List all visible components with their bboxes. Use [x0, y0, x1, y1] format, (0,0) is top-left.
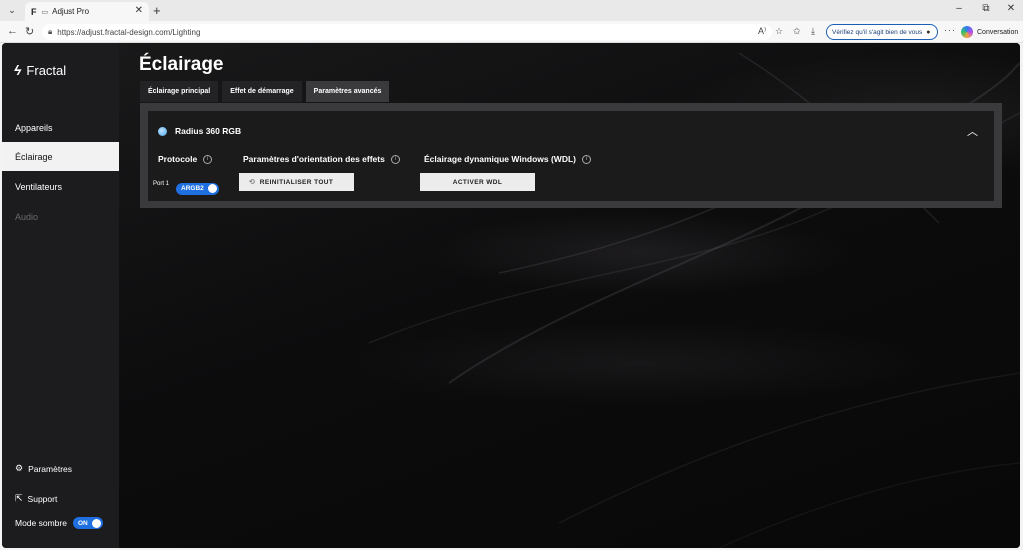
verify-text: Vérifiez qu'il s'agit bien de vous [832, 28, 923, 36]
wdl-button-label: ACTIVER WDL [452, 178, 503, 186]
info-icon[interactable]: i [390, 154, 400, 164]
page-title: Éclairage [139, 54, 224, 75]
sidebar-item-eclairage[interactable]: Éclairage [2, 142, 119, 171]
info-icon[interactable]: i [203, 154, 213, 164]
minimize-button[interactable]: – [945, 3, 973, 14]
conversation-label: Conversation [977, 28, 1019, 36]
port-protocol-toggle[interactable]: ARGB2 [176, 177, 219, 195]
main-content: Éclairage Éclairage principal Effet de d… [119, 43, 1020, 548]
restore-button[interactable]: ⧉ [972, 3, 1000, 14]
gear-icon: ⚙ [15, 463, 24, 473]
port-protocol-value: ARGB2 [181, 185, 204, 192]
sidebar-item-ventilateurs[interactable]: Ventilateurs [2, 172, 119, 201]
workspace-icon: ▭ [41, 8, 49, 16]
tab-actions-button[interactable]: ⌄ [4, 3, 20, 18]
sidebar-item-appareils[interactable]: Appareils [2, 113, 119, 142]
wdl-heading: Éclairage dynamique Windows (WDL) i [424, 154, 591, 164]
address-bar[interactable]: 🔒︎ https://adjust.fractal-design.com/Lig… [42, 24, 772, 40]
orientation-heading: Paramètres d'orientation des effets i [243, 154, 400, 164]
reset-all-button[interactable]: ⟲ REINITIALISER TOUT [239, 173, 354, 191]
read-aloud-icon[interactable]: A⁾ [758, 26, 766, 37]
tab-eclairage-principal[interactable]: Éclairage principal [140, 81, 219, 102]
sidebar-item-label: Éclairage [15, 151, 53, 162]
tab-parametres-avances[interactable]: Paramètres avancés [305, 81, 390, 102]
tab-close-icon[interactable]: ✕ [135, 5, 143, 16]
new-tab-button[interactable]: + [153, 3, 161, 18]
profile-icon: ● [926, 28, 931, 36]
favorites-list-icon[interactable]: ✩ [793, 26, 801, 37]
browser-toolbar: ← ↻ 🔒︎ https://adjust.fractal-design.com… [0, 21, 1023, 43]
protocol-title: Protocole [158, 154, 198, 164]
copilot-icon [961, 26, 973, 38]
brand-name: Fractal [26, 62, 67, 78]
lighting-tabs: Éclairage principal Effet de démarrage P… [140, 81, 393, 102]
toggle-knob [91, 518, 101, 528]
back-icon[interactable]: ← [7, 25, 18, 37]
device-status-icon [158, 127, 167, 136]
activate-wdl-button[interactable]: ACTIVER WDL [420, 173, 535, 191]
dark-mode-value: ON [77, 519, 88, 527]
sidebar-item-label: Ventilateurs [15, 181, 63, 192]
app-window: ϟ Fractal Appareils Éclairage Ventilateu… [2, 43, 1020, 548]
lock-icon: 🔒︎ [48, 27, 53, 36]
fractal-favicon-icon: F [31, 6, 37, 17]
orientation-title: Paramètres d'orientation des effets [243, 154, 385, 164]
chevron-up-icon[interactable]: ︿ [967, 123, 978, 139]
settings-link[interactable]: ⚙ Paramètres [15, 463, 72, 474]
sidebar-item-label: Appareils [15, 122, 53, 133]
tab-effet-demarrage[interactable]: Effet de démarrage [222, 81, 302, 102]
device-name: Radius 360 RGB [175, 126, 242, 136]
close-window-button[interactable]: ✕ [997, 3, 1023, 14]
settings-label: Paramètres [28, 463, 73, 474]
sidebar-item-label: Audio [15, 211, 39, 222]
support-link[interactable]: ⇱ Support [15, 493, 57, 504]
url-text: https://adjust.fractal-design.com/Lighti… [57, 27, 201, 37]
dark-mode-toggle[interactable]: ON [72, 517, 103, 529]
dark-mode-label: Mode sombre [15, 518, 67, 528]
advanced-settings-panel: Radius 360 RGB ︿ Protocole i Paramètres … [140, 103, 1002, 208]
verify-identity-button[interactable]: Vérifiez qu'il s'agit bien de vous ● [826, 24, 938, 40]
toggle-knob [207, 184, 217, 193]
reset-icon: ⟲ [249, 179, 256, 186]
favorite-star-icon[interactable]: ☆ [775, 26, 783, 37]
copilot-conversation-button[interactable]: Conversation [961, 24, 1018, 40]
info-icon[interactable]: i [582, 154, 591, 164]
download-icon[interactable]: ⤓ [811, 26, 815, 37]
sidebar: ϟ Fractal Appareils Éclairage Ventilateu… [2, 43, 119, 548]
fractal-logo-icon: ϟ [14, 62, 22, 78]
support-label: Support [27, 493, 58, 504]
fractal-logo: ϟ Fractal [14, 62, 66, 78]
tab-title: Adjust Pro [52, 7, 90, 16]
refresh-icon[interactable]: ↻ [25, 25, 34, 38]
browser-tab[interactable]: F ▭ Adjust Pro ✕ [25, 2, 149, 21]
port-label: Port 1 [153, 181, 170, 187]
wdl-title: Éclairage dynamique Windows (WDL) [424, 154, 576, 164]
argb-toggle[interactable]: ARGB2 [176, 182, 219, 195]
more-menu-button[interactable]: ··· [944, 25, 956, 35]
external-link-icon: ⇱ [15, 493, 23, 503]
dark-mode-row: Mode sombre ON [15, 517, 103, 529]
browser-titlebar: ⌄ F ▭ Adjust Pro ✕ + – ⧉ ✕ [0, 0, 1023, 21]
reset-button-label: REINITIALISER TOUT [259, 178, 334, 186]
device-card: Radius 360 RGB ︿ Protocole i Paramètres … [148, 111, 994, 201]
protocol-heading: Protocole i [158, 154, 213, 164]
sidebar-item-audio: Audio [2, 202, 119, 231]
